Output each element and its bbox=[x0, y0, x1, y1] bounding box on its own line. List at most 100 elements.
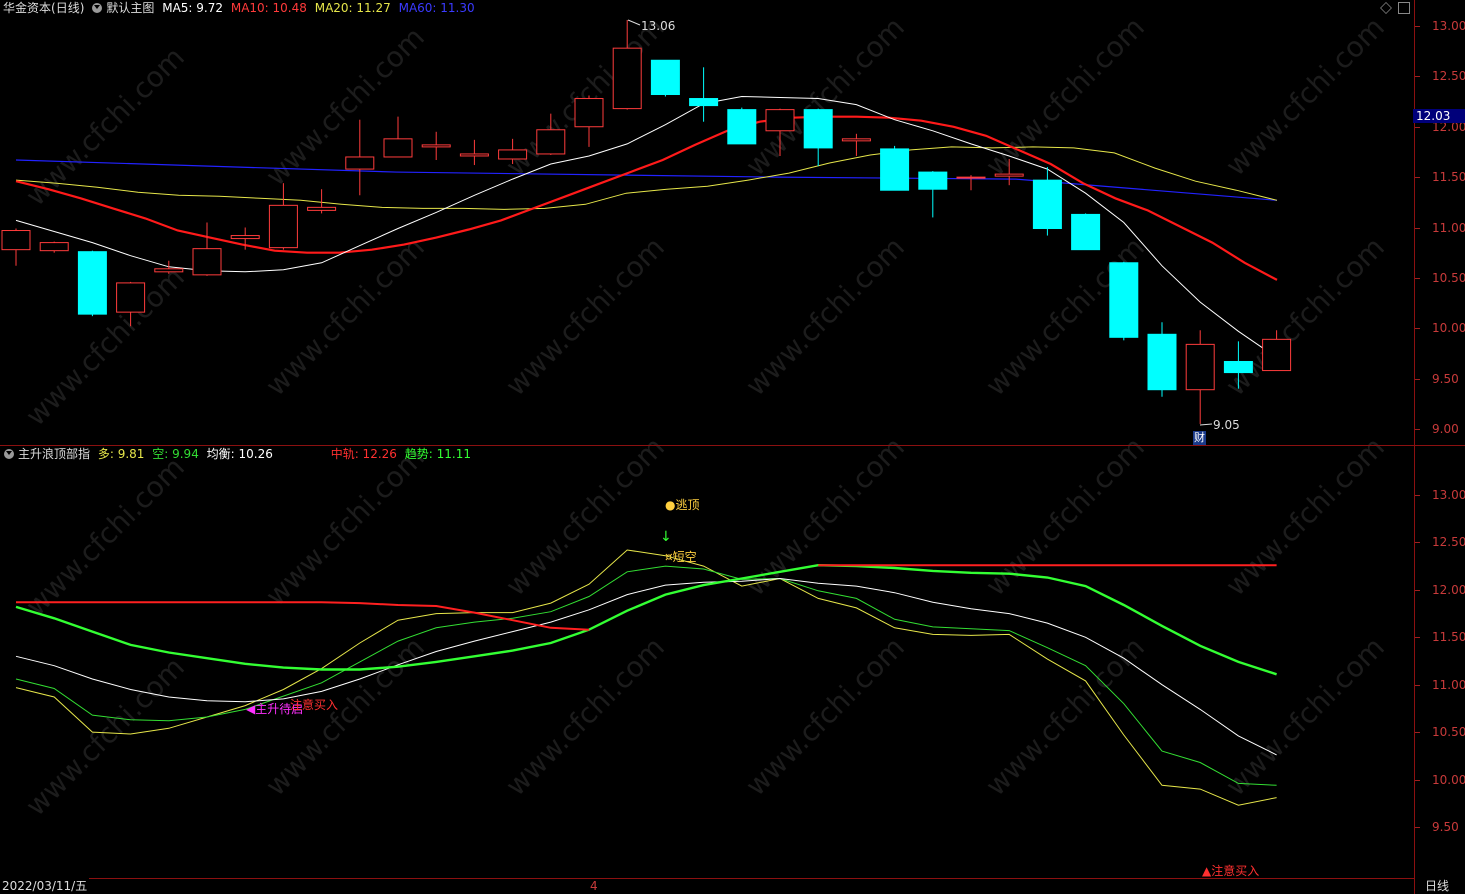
triangle-left-icon: ◀ bbox=[246, 702, 256, 716]
candle[interactable] bbox=[421, 131, 451, 160]
candle[interactable] bbox=[268, 183, 298, 250]
candle[interactable] bbox=[498, 138, 528, 165]
axis-tick bbox=[1415, 542, 1420, 544]
candle-body bbox=[1185, 343, 1215, 391]
candle-body bbox=[612, 47, 642, 110]
ma60-label: MA60: 11.30 bbox=[398, 1, 475, 15]
candle-body bbox=[39, 242, 69, 252]
candle-body bbox=[689, 98, 719, 107]
current-price-marker: 12.03 bbox=[1413, 109, 1465, 123]
candle[interactable] bbox=[77, 250, 107, 317]
candle[interactable] bbox=[1223, 341, 1253, 389]
candle[interactable] bbox=[1032, 167, 1062, 236]
candle-body bbox=[956, 176, 986, 179]
indicator-name[interactable]: 主升浪顶部指 bbox=[18, 447, 90, 461]
candle[interactable] bbox=[689, 67, 719, 122]
candlestick-chart[interactable] bbox=[0, 0, 1465, 445]
escape-top-signal: ●逃顶 bbox=[665, 498, 700, 512]
indicator-series-line bbox=[16, 564, 1277, 631]
stock-name[interactable]: 华金资本 bbox=[3, 1, 51, 15]
period-label: (日线) bbox=[51, 1, 85, 15]
candle[interactable] bbox=[765, 108, 795, 156]
candle[interactable] bbox=[650, 59, 680, 97]
junheng-label: 均衡: 10.26 bbox=[206, 447, 273, 461]
axis-tick bbox=[1415, 827, 1420, 828]
candle[interactable] bbox=[1071, 213, 1101, 251]
candle-body bbox=[1147, 333, 1177, 391]
main-chart-title-bar: 华金资本(日线) 默认主图 MA5: 9.72 MA10: 10.48 MA20:… bbox=[0, 0, 479, 16]
candle-body bbox=[765, 109, 795, 132]
candle[interactable] bbox=[841, 133, 871, 156]
candle[interactable] bbox=[956, 175, 986, 191]
axis-tick-label: 9.50 bbox=[1432, 820, 1459, 834]
candle-body bbox=[154, 268, 184, 273]
axis-tick bbox=[1415, 684, 1420, 686]
ma5-label: MA5: 9.72 bbox=[162, 1, 224, 15]
indicator-title-bar: 主升浪顶部指 多: 9.81 空: 9.94 均衡: 10.26 中轨: 12.… bbox=[0, 446, 475, 462]
dot-icon: ● bbox=[665, 498, 676, 512]
candle-body bbox=[230, 235, 260, 240]
candle-body bbox=[77, 251, 107, 315]
candle[interactable] bbox=[918, 171, 948, 218]
candle[interactable] bbox=[1147, 322, 1177, 397]
period-button[interactable]: 日线 bbox=[1425, 878, 1449, 894]
axis-tick bbox=[1415, 328, 1420, 330]
axis-tick bbox=[1415, 76, 1420, 78]
candle[interactable] bbox=[727, 107, 757, 145]
candle-body bbox=[192, 248, 222, 276]
dropdown-icon[interactable] bbox=[92, 3, 103, 13]
indicator-series-line bbox=[15, 577, 1277, 756]
axis-tick bbox=[1415, 589, 1420, 591]
indicator-series-line bbox=[15, 563, 1277, 676]
ma20-line bbox=[15, 146, 1278, 210]
dropdown-icon[interactable] bbox=[4, 449, 14, 459]
candle-body bbox=[307, 206, 337, 211]
indicator-chart[interactable] bbox=[0, 446, 1465, 878]
axis-tick-label: 11.50 bbox=[1432, 630, 1465, 645]
indicator-series-line bbox=[15, 565, 1277, 786]
axis-tick-label: 11.50 bbox=[1432, 170, 1465, 185]
candle[interactable] bbox=[1, 228, 31, 266]
ma20-label: MA20: 11.27 bbox=[314, 1, 391, 15]
candle[interactable] bbox=[1185, 330, 1215, 424]
candle[interactable] bbox=[994, 158, 1024, 186]
candle[interactable] bbox=[116, 281, 146, 327]
candle[interactable] bbox=[803, 108, 833, 167]
axis-tick-label: 12.00 bbox=[1432, 582, 1465, 597]
ma10-label: MA10: 10.48 bbox=[230, 1, 307, 15]
axis-tick bbox=[1415, 126, 1420, 128]
axis-tick-label: 11.00 bbox=[1432, 677, 1465, 692]
candle-body bbox=[498, 149, 528, 160]
candle[interactable] bbox=[459, 139, 489, 166]
axis-tick-label: 12.50 bbox=[1432, 69, 1465, 84]
candle[interactable] bbox=[1109, 261, 1139, 341]
duo-label: 多: 9.81 bbox=[97, 447, 145, 461]
axis-tick bbox=[1415, 429, 1420, 430]
candle[interactable] bbox=[345, 119, 375, 196]
down-arrow-icon: ↓ bbox=[660, 529, 672, 545]
candle-body bbox=[918, 171, 948, 190]
candle[interactable] bbox=[1262, 330, 1292, 372]
low-pointer bbox=[1199, 423, 1213, 426]
candle[interactable] bbox=[536, 113, 566, 155]
candle[interactable] bbox=[612, 19, 642, 110]
triangle-up-icon: ▲ bbox=[1202, 864, 1212, 878]
axis-tick bbox=[1415, 177, 1420, 179]
axis-tick-label: 9.00 bbox=[1432, 422, 1459, 436]
candle-body bbox=[841, 138, 871, 142]
chart-name[interactable]: 默认主图 bbox=[106, 1, 154, 15]
candle[interactable] bbox=[39, 241, 69, 253]
axis-tick bbox=[1415, 779, 1420, 781]
maximize-icon[interactable] bbox=[1398, 2, 1410, 14]
candle[interactable] bbox=[154, 260, 184, 274]
square-icon: ¤ bbox=[665, 550, 673, 564]
axis-tick bbox=[1415, 227, 1420, 229]
financial-report-marker[interactable]: 财 bbox=[1193, 431, 1206, 445]
candle[interactable] bbox=[880, 145, 910, 191]
watch-buy-signal-1: 注意买入 bbox=[290, 698, 339, 712]
candle[interactable] bbox=[383, 116, 413, 158]
candle-body bbox=[803, 109, 833, 149]
candle[interactable] bbox=[192, 222, 222, 276]
axis-tick-label: 10.50 bbox=[1432, 725, 1465, 740]
candle[interactable] bbox=[574, 95, 604, 147]
